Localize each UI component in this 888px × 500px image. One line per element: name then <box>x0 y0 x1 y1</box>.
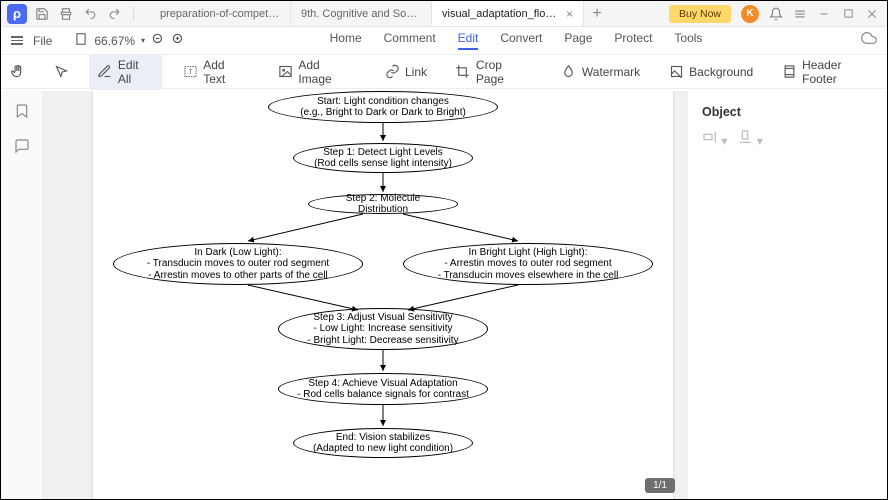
menubar-left: File 66.67% ▾ <box>11 32 185 49</box>
title-bar: ρ preparation-of-compete... 9th. Cogniti… <box>1 1 887 27</box>
header-footer-icon <box>781 64 797 80</box>
zoom-value[interactable]: 66.67% <box>94 34 135 48</box>
separator <box>133 7 134 21</box>
crop-icon <box>455 64 471 80</box>
tab-label: preparation-of-compete... <box>160 8 280 20</box>
svg-text:T: T <box>188 69 192 76</box>
align-vertical-icon[interactable]: ▾ <box>737 129 762 148</box>
tab-label: 9th. Cognitive and Socio... <box>301 8 421 20</box>
maximize-icon[interactable] <box>841 7 855 21</box>
menu-items: Home Comment Edit Convert Page Protect T… <box>185 31 847 50</box>
redo-icon[interactable] <box>105 5 123 23</box>
workspace: Start: Light condition changes (e.g., Br… <box>1 91 887 499</box>
tool-label: Link <box>405 65 427 79</box>
flowchart: Start: Light condition changes (e.g., Br… <box>93 91 673 499</box>
cloud-icon[interactable] <box>861 30 877 51</box>
print-icon[interactable] <box>57 5 75 23</box>
edit-icon <box>97 64 113 80</box>
menu-page[interactable]: Page <box>564 31 592 50</box>
tab-label: visual_adaptation_flowch... <box>442 8 562 20</box>
zoom-dropdown-icon[interactable]: ▾ <box>141 36 145 45</box>
watermark-icon <box>561 64 577 80</box>
menu-tools[interactable]: Tools <box>674 31 702 50</box>
tab-close-icon[interactable]: × <box>566 7 573 21</box>
tool-label: Add Text <box>203 58 249 86</box>
tool-label: Header Footer <box>802 58 879 86</box>
watermark-tool[interactable]: Watermark <box>553 60 648 84</box>
menu-home[interactable]: Home <box>330 31 362 50</box>
tool-label: Add Image <box>298 58 356 86</box>
tool-label: Watermark <box>582 65 640 79</box>
add-image-tool[interactable]: Add Image <box>269 54 364 90</box>
tab-0[interactable]: preparation-of-compete... <box>150 1 291 26</box>
link-tool[interactable]: Link <box>376 60 435 84</box>
align-horizontal-icon[interactable]: ▾ <box>702 129 727 148</box>
add-tab-button[interactable]: + <box>584 1 610 26</box>
hand-icon <box>9 64 25 80</box>
save-icon[interactable] <box>33 5 51 23</box>
user-avatar[interactable]: K <box>741 5 759 23</box>
tab-strip: preparation-of-compete... 9th. Cognitive… <box>150 1 661 26</box>
panel-actions: ▾ ▾ <box>702 129 873 148</box>
left-sidebar <box>1 91 43 499</box>
zoom-out-icon[interactable] <box>151 32 165 49</box>
view-mode-icon[interactable] <box>74 32 88 49</box>
edit-toolbar: Edit All T Add Text Add Image Link Crop P… <box>1 55 887 89</box>
settings-menu-icon[interactable] <box>793 7 807 21</box>
titlebar-right: Buy Now K <box>661 5 887 23</box>
add-text-tool[interactable]: T Add Text <box>174 54 257 90</box>
close-icon[interactable] <box>865 7 879 21</box>
menu-protect[interactable]: Protect <box>614 31 652 50</box>
file-menu[interactable]: File <box>33 34 52 48</box>
document-page[interactable]: Start: Light condition changes (e.g., Br… <box>93 91 673 499</box>
menubar-right <box>847 30 877 51</box>
page-indicator[interactable]: 1/1 <box>645 478 675 493</box>
titlebar-left: ρ <box>1 4 144 24</box>
hand-tool[interactable] <box>1 60 33 84</box>
crop-page-tool[interactable]: Crop Page <box>447 54 541 90</box>
menu-comment[interactable]: Comment <box>384 31 436 50</box>
buy-now-button[interactable]: Buy Now <box>669 5 731 23</box>
zoom-controls: 66.67% ▾ <box>74 32 185 49</box>
bell-icon[interactable] <box>769 7 783 21</box>
panel-title: Object <box>702 105 873 119</box>
menu-convert[interactable]: Convert <box>500 31 542 50</box>
link-icon <box>384 64 400 80</box>
app-logo-icon[interactable]: ρ <box>7 4 27 24</box>
tool-label: Crop Page <box>476 58 533 86</box>
pointer-icon <box>53 64 69 80</box>
menu-bar: File 66.67% ▾ Home Comment Edit Convert … <box>1 27 887 55</box>
tab-2[interactable]: visual_adaptation_flowch... × <box>432 1 584 26</box>
tab-1[interactable]: 9th. Cognitive and Socio... <box>291 1 432 26</box>
object-panel: Object ▾ ▾ <box>687 91 887 499</box>
tool-label: Edit All <box>118 58 154 86</box>
undo-icon[interactable] <box>81 5 99 23</box>
tool-label: Background <box>689 65 753 79</box>
menu-edit[interactable]: Edit <box>458 31 479 50</box>
image-icon <box>277 64 293 80</box>
bookmark-icon[interactable] <box>14 103 30 124</box>
background-tool[interactable]: Background <box>660 60 761 84</box>
header-footer-tool[interactable]: Header Footer <box>773 54 887 90</box>
flow-arrows <box>93 91 673 499</box>
canvas-area[interactable]: Start: Light condition changes (e.g., Br… <box>43 91 687 499</box>
background-icon <box>668 64 684 80</box>
hamburger-icon[interactable] <box>11 36 23 45</box>
edit-all-tool[interactable]: Edit All <box>89 54 162 90</box>
pointer-tool[interactable] <box>45 60 77 84</box>
comment-panel-icon[interactable] <box>14 138 30 159</box>
text-icon: T <box>182 64 198 80</box>
minimize-icon[interactable] <box>817 7 831 21</box>
zoom-in-icon[interactable] <box>171 32 185 49</box>
